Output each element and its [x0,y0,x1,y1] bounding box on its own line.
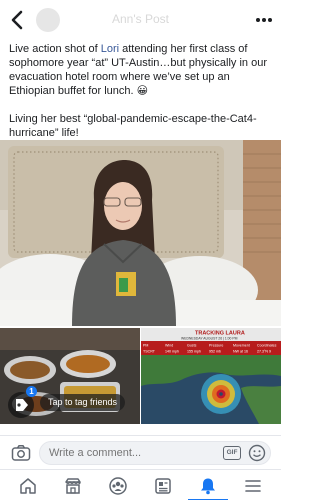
comment-bar: GIF [0,435,281,469]
tag-friends-prompt[interactable]: Tap to tag friends [40,394,126,411]
home-icon [20,478,36,494]
emoji-icon[interactable] [248,444,266,462]
groups-icon [109,477,127,495]
main-photo[interactable] [0,140,281,326]
map-col: PM [143,344,148,348]
map-val: TSCRT [143,350,156,354]
map-col: Wind [165,344,173,348]
hurricane-map-photo[interactable]: TRACKING LAURA WEDNESDAY AUGUST 26 | 1:0… [141,328,281,424]
map-col: Movement [233,344,250,348]
map-val: 27.3°N 9 [257,350,271,354]
map-val: 952 mb [209,350,221,354]
map-val: 140 mph [165,350,179,354]
gif-button[interactable]: GIF [223,446,241,460]
map-col: Gusts [187,344,197,348]
map-col: Coordinates [257,344,277,348]
post-paragraph-2: Living her best “global-pandemic-escape-… [9,113,257,139]
bell-icon [201,478,215,495]
post-body: Live action shot of Lori attending her f… [9,42,275,154]
more-horizontal-icon[interactable] [253,10,275,30]
camera-icon[interactable] [11,444,31,462]
news-icon [155,478,171,494]
map-val: NW at 16 [233,350,248,354]
map-col: Pressure [209,344,223,348]
menu-icon [245,480,261,492]
post-paragraph-1: Live action shot of Lori attending her f… [9,42,275,98]
post-text-segment: Live action shot of [9,43,101,55]
marketplace-icon [65,478,81,494]
page-title: Ann's Post [112,12,169,26]
bottom-tab-bar [0,469,281,500]
map-subbanner: WEDNESDAY AUGUST 26 | 1:00 PM [181,337,238,341]
tagged-user-link[interactable]: Lori [101,43,119,55]
tag-count-badge: 1 [26,386,37,397]
post-header: Ann's Post [0,0,281,40]
tab-menu[interactable] [225,472,281,500]
map-val: 155 mph [187,350,201,354]
